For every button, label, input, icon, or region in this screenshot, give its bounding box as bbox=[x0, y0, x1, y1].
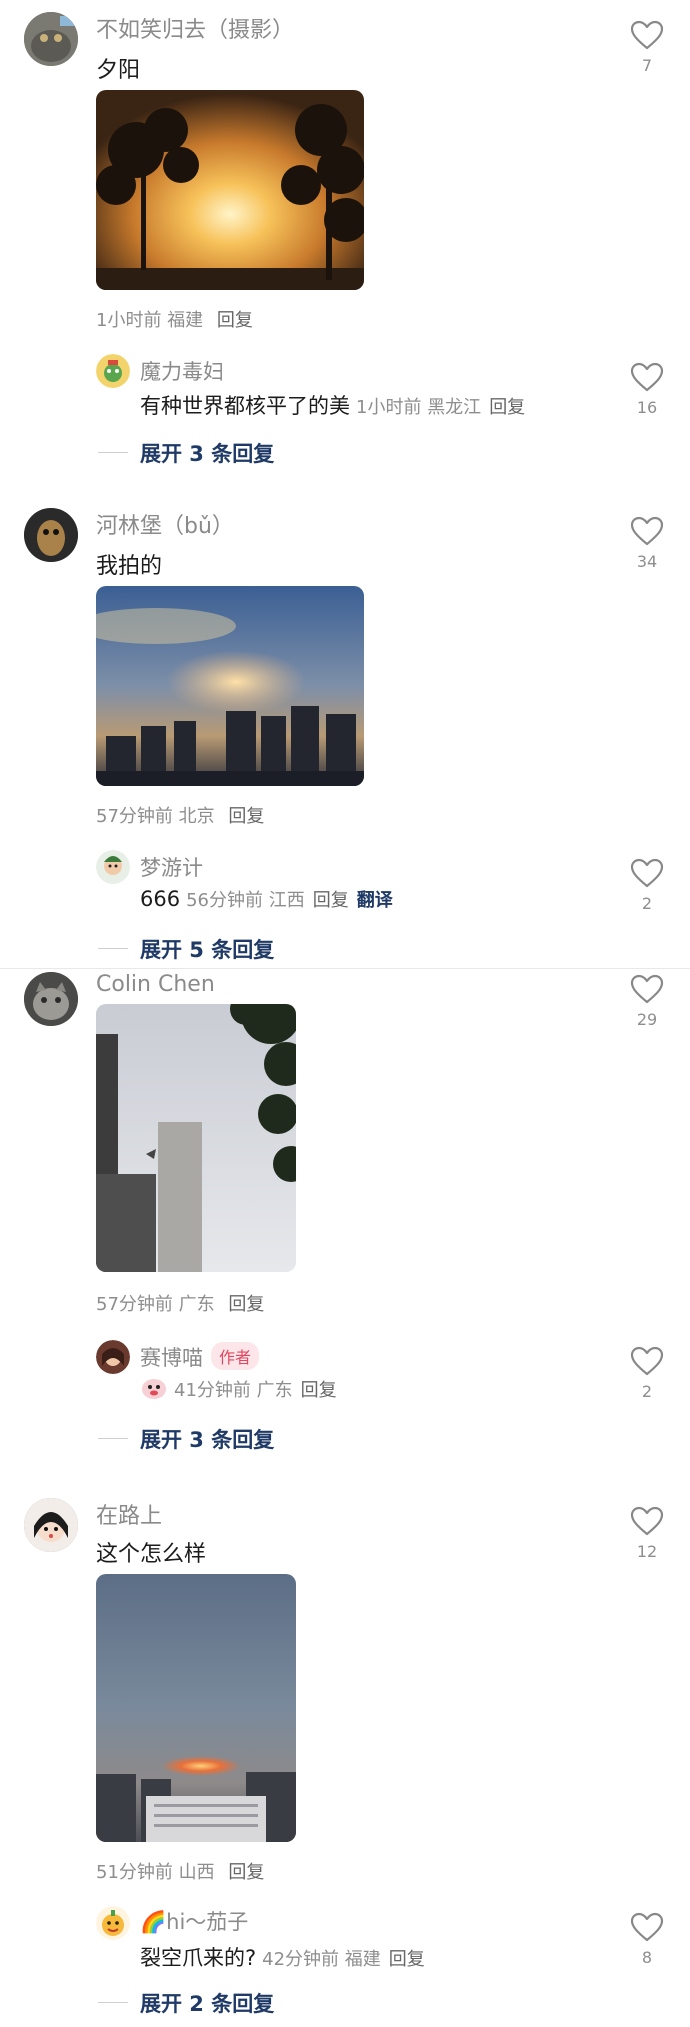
reply-button[interactable]: 回复 bbox=[389, 1949, 425, 1970]
comment-meta: 57分钟前 北京 回复 bbox=[96, 802, 264, 828]
comment-username[interactable]: 河林堡（bǔ） bbox=[96, 508, 234, 540]
heart-outline-icon bbox=[630, 1912, 664, 1942]
comment-location: 福建 bbox=[167, 310, 204, 331]
avatar[interactable] bbox=[24, 508, 78, 562]
reply-text: 裂空爪来的? bbox=[140, 1946, 257, 1970]
heart-outline-icon bbox=[630, 516, 664, 546]
reply-avatar[interactable] bbox=[96, 1340, 130, 1374]
reply-text: 666 bbox=[140, 887, 181, 911]
reply-username: 赛博喵 作者 bbox=[140, 1342, 260, 1372]
reply-username[interactable]: 🌈hi～茄子 bbox=[140, 1906, 248, 1936]
reply-content: 有种世界都核平了的美 1小时前 黑龙江 回复 bbox=[140, 390, 525, 420]
like-button[interactable]: 8 bbox=[617, 1912, 677, 1967]
expand-replies-button[interactable]: 展开 3 条回复 bbox=[140, 1424, 274, 1454]
comment-username[interactable]: 不如笑归去（摄影） bbox=[96, 12, 294, 44]
reply-location: 黑龙江 bbox=[427, 397, 482, 418]
comment-text: 夕阳 bbox=[96, 58, 141, 83]
sticker-emoji-icon bbox=[140, 1376, 168, 1400]
comment-photo[interactable] bbox=[96, 1004, 296, 1272]
reply-avatar[interactable] bbox=[96, 1906, 130, 1940]
reply-time: 42分钟前 bbox=[262, 1949, 340, 1970]
comment-item: 不如笑归去（摄影） 夕阳 1小时前 福建 回复 7 魔力毒妇 有种世界都核平了的… bbox=[0, 0, 690, 480]
reply-avatar[interactable] bbox=[96, 850, 130, 884]
comment-location: 广东 bbox=[178, 1294, 215, 1315]
comment-meta: 1小时前 福建 回复 bbox=[96, 306, 253, 332]
like-count: 12 bbox=[636, 1542, 658, 1561]
comment-photo[interactable] bbox=[96, 1574, 296, 1842]
like-button[interactable]: 12 bbox=[617, 1506, 677, 1561]
reply-button[interactable]: 回复 bbox=[301, 1380, 337, 1401]
avatar[interactable] bbox=[24, 12, 78, 66]
reply-location: 江西 bbox=[268, 890, 305, 911]
reply-avatar[interactable] bbox=[96, 354, 130, 388]
like-button[interactable]: 2 bbox=[617, 858, 677, 913]
translate-button[interactable]: 翻译 bbox=[357, 890, 393, 911]
reply-button[interactable]: 回复 bbox=[228, 806, 264, 827]
reply-button[interactable]: 回复 bbox=[313, 890, 349, 911]
comment-time: 1小时前 bbox=[96, 310, 162, 331]
reply-text: 有种世界都核平了的美 bbox=[140, 394, 350, 418]
reply-username[interactable]: 梦游计 bbox=[140, 852, 203, 882]
reply-content: 41分钟前 广东 回复 bbox=[140, 1376, 337, 1402]
reply-time: 41分钟前 bbox=[174, 1380, 251, 1401]
comment-text: 这个怎么样 bbox=[96, 1542, 207, 1567]
heart-outline-icon bbox=[630, 858, 664, 888]
expand-divider bbox=[98, 948, 128, 949]
expand-replies-button[interactable]: 展开 3 条回复 bbox=[140, 438, 274, 468]
like-count: 16 bbox=[636, 398, 658, 417]
comment-username[interactable]: Colin Chen bbox=[96, 972, 215, 997]
reply-username-text[interactable]: 赛博喵 bbox=[140, 1346, 203, 1370]
comment-item: 在路上 这个怎么样 51分钟前 山西 回复 12 🌈hi～茄子 裂空爪来的? 4… bbox=[0, 1486, 690, 2027]
like-button[interactable]: 2 bbox=[617, 1346, 677, 1401]
like-button[interactable]: 29 bbox=[617, 974, 677, 1029]
reply-content: 666 56分钟前 江西 回复 翻译 bbox=[140, 886, 393, 912]
heart-outline-icon bbox=[630, 20, 664, 50]
avatar[interactable] bbox=[24, 1498, 78, 1552]
comment-photo[interactable] bbox=[96, 586, 364, 786]
comment-item: 河林堡（bǔ） 我拍的 57分钟前 北京 回复 34 梦游计 666 56分钟前… bbox=[0, 496, 690, 970]
avatar[interactable] bbox=[24, 972, 78, 1026]
heart-outline-icon bbox=[630, 362, 664, 392]
like-count: 29 bbox=[636, 1010, 658, 1029]
comment-photo[interactable] bbox=[96, 90, 364, 290]
like-button[interactable]: 7 bbox=[617, 20, 677, 75]
like-count: 2 bbox=[641, 1382, 653, 1401]
reply-username[interactable]: 魔力毒妇 bbox=[140, 356, 224, 386]
reply-time: 1小时前 bbox=[356, 397, 422, 418]
reply-button[interactable]: 回复 bbox=[228, 1862, 264, 1883]
comment-meta: 57分钟前 广东 回复 bbox=[96, 1290, 264, 1316]
comment-text: 我拍的 bbox=[96, 554, 163, 579]
comment-meta: 51分钟前 山西 回复 bbox=[96, 1858, 264, 1884]
reply-location: 福建 bbox=[344, 1949, 381, 1970]
like-button[interactable]: 16 bbox=[617, 362, 677, 417]
comment-location: 山西 bbox=[178, 1862, 215, 1883]
comment-time: 57分钟前 bbox=[96, 1294, 173, 1315]
like-count: 34 bbox=[636, 552, 658, 571]
comment-username[interactable]: 在路上 bbox=[96, 1498, 162, 1530]
heart-outline-icon bbox=[630, 1506, 664, 1536]
like-count: 8 bbox=[641, 1948, 653, 1967]
expand-divider bbox=[98, 452, 128, 453]
comment-time: 51分钟前 bbox=[96, 1862, 173, 1883]
like-count: 7 bbox=[641, 56, 653, 75]
comment-time: 57分钟前 bbox=[96, 806, 173, 827]
reply-content: 裂空爪来的? 42分钟前 福建 回复 bbox=[140, 1942, 425, 1972]
author-badge: 作者 bbox=[211, 1342, 260, 1370]
reply-button[interactable]: 回复 bbox=[228, 1294, 264, 1315]
expand-replies-button[interactable]: 展开 2 条回复 bbox=[140, 1988, 274, 2018]
reply-button[interactable]: 回复 bbox=[217, 310, 253, 331]
reply-button[interactable]: 回复 bbox=[489, 397, 525, 418]
comment-item: Colin Chen 57分钟前 广东 回复 29 赛博喵 作者 41分钟前 广… bbox=[0, 960, 690, 1460]
reply-location: 广东 bbox=[256, 1380, 293, 1401]
comment-location: 北京 bbox=[178, 806, 215, 827]
reply-time: 56分钟前 bbox=[186, 890, 263, 911]
heart-outline-icon bbox=[630, 974, 664, 1004]
expand-divider bbox=[98, 2002, 128, 2003]
expand-divider bbox=[98, 1438, 128, 1439]
heart-outline-icon bbox=[630, 1346, 664, 1376]
like-button[interactable]: 34 bbox=[617, 516, 677, 571]
like-count: 2 bbox=[641, 894, 653, 913]
